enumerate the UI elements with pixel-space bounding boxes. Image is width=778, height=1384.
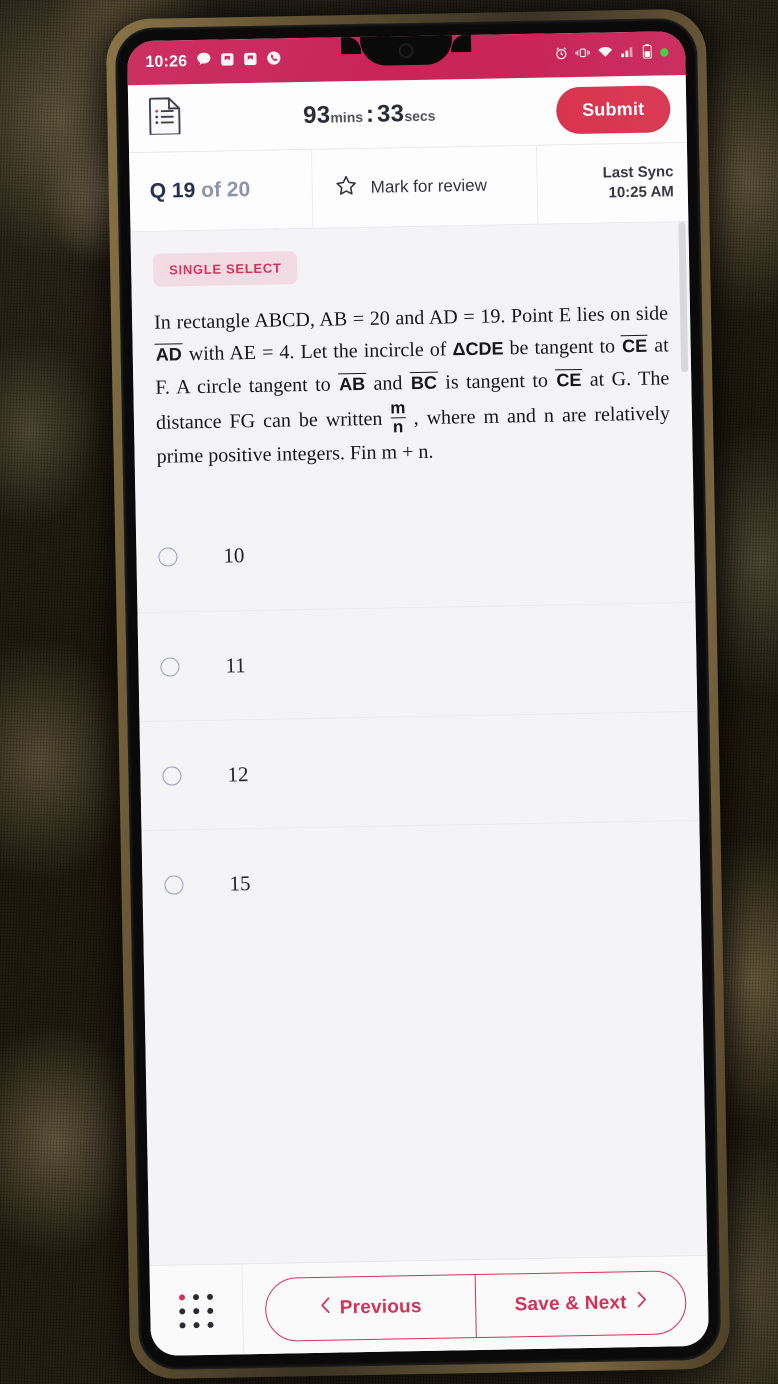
question-content[interactable]: SINGLE SELECT In rectangle ABCD, AB = 20… [130,221,708,1266]
app-notification-icon [220,52,234,71]
question-total: of 20 [200,177,251,202]
radio-button[interactable] [160,657,180,677]
chevron-right-icon [635,1291,646,1314]
overline-bc: BC [409,371,439,393]
radio-button[interactable] [164,875,184,895]
option-label: 10 [223,543,245,568]
vibrate-icon [575,45,591,64]
timer-minutes: 93 [302,101,331,129]
question-meta-row: Q 19 of 20 Mark for review Last Sync 10:… [129,142,689,233]
star-outline-icon [334,174,358,202]
radio-button[interactable] [162,766,182,786]
overline-ad: AD [154,343,183,366]
wifi-icon [597,45,613,63]
save-and-next-label: Save & Next [514,1291,627,1315]
question-segment: with AE = 4. Let the incircle of [182,338,453,366]
option-label: 11 [225,652,246,678]
bottom-navigation-bar: Previous Save & Next [149,1254,709,1357]
timer-separator: : [365,100,375,128]
question-segment: In rectangle ABCD, AB = 20 and AD = 19. … [153,302,669,334]
previous-button[interactable]: Previous [266,1275,476,1341]
option-row[interactable]: 12 [139,711,700,831]
timer-seconds-unit: secs [404,107,436,124]
status-bar-right [554,43,669,65]
status-badge: SINGLE SELECT [152,251,298,287]
fraction-m-over-n: mn [390,398,406,436]
question-counter-label: Q 19 of 20 [150,178,251,204]
phone-device: 10:26 93mins: 33secs Submit Q 19 of 20 … [105,8,731,1380]
status-bar-left: 10:26 [145,50,281,72]
mark-for-review-label: Mark for review [370,175,488,197]
answer-options: 10 11 12 15 [135,493,702,940]
chevron-left-icon [320,1297,331,1320]
question-segment: and [365,371,411,395]
mark-for-review-button[interactable]: Mark for review [311,145,539,228]
question-number: 19 [171,178,196,203]
status-clock: 10:26 [145,53,188,71]
option-label: 15 [229,870,251,896]
call-icon [266,50,281,70]
question-counter: Q 19 of 20 [129,150,312,231]
message-icon [196,52,211,72]
option-row[interactable]: 15 [141,820,702,940]
last-sync-time: 10:25 AM [608,183,674,202]
fraction-numerator: m [390,398,406,418]
overline-ce-2: CE [555,368,583,391]
phone-bezel: 10:26 93mins: 33secs Submit Q 19 of 20 … [114,17,722,1371]
recording-dot-icon [659,44,669,62]
overline-ab: AB [337,372,367,395]
question-text: In rectangle ABCD, AB = 20 and AD = 19. … [131,277,692,473]
question-type-badge-wrap: SINGLE SELECT [130,222,689,287]
timer-minutes-unit: mins [330,108,364,126]
save-and-next-button[interactable]: Save & Next [474,1270,686,1337]
option-row[interactable]: 10 [135,493,695,612]
last-sync: Last Sync 10:25 AM [537,143,688,224]
option-row[interactable]: 11 [137,602,698,722]
phone-screen: 10:26 93mins: 33secs Submit Q 19 of 20 … [126,30,709,1357]
question-segment: be tangent to [503,335,622,360]
app-notification-icon [243,51,257,70]
fraction-denominator: n [390,417,406,436]
battery-icon [642,44,652,64]
alarm-icon [554,46,568,65]
timer-seconds: 33 [376,99,405,128]
countdown-timer: 93mins:33secs [303,99,436,129]
triangle-cde: ΔCDE [452,338,504,360]
document-list-icon[interactable] [148,96,183,140]
last-sync-label: Last Sync [602,162,674,182]
question-palette-grid-icon[interactable] [149,1264,245,1357]
overline-ce: CE [620,335,649,357]
radio-button[interactable] [158,547,178,567]
camera-notch [340,33,472,66]
signal-icon [620,45,635,63]
option-label: 12 [227,761,249,787]
prev-next-pill: Previous Save & Next [264,1269,687,1342]
app-bar: 93mins:33secs Submit [127,74,687,154]
question-segment: is tangent to [437,369,556,394]
question-prefix: Q [149,179,167,203]
submit-button[interactable]: Submit [555,85,671,135]
previous-label: Previous [339,1295,422,1319]
